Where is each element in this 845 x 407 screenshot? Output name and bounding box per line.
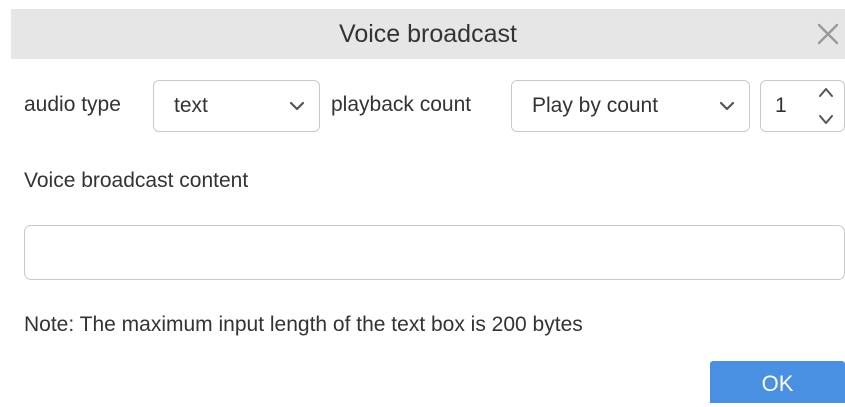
playback-count-select[interactable]: Play by count xyxy=(511,80,750,132)
close-button[interactable] xyxy=(813,19,843,49)
ok-button[interactable]: OK xyxy=(710,361,845,403)
playback-count-value: Play by count xyxy=(532,94,659,117)
broadcast-content-input[interactable] xyxy=(24,225,845,280)
stepper-up-icon[interactable] xyxy=(817,85,835,99)
dialog-titlebar: Voice broadcast xyxy=(11,9,845,59)
audio-type-select[interactable]: text xyxy=(153,80,320,132)
note-text: Note: The maximum input length of the te… xyxy=(24,313,583,336)
close-icon xyxy=(817,23,839,45)
chevron-down-icon xyxy=(289,100,305,112)
audio-type-value: text xyxy=(174,94,208,117)
voice-broadcast-dialog: Voice broadcast audio type text playback… xyxy=(0,0,845,403)
dialog-title: Voice broadcast xyxy=(339,20,517,48)
playback-count-label: playback count xyxy=(331,93,472,116)
audio-type-label: audio type xyxy=(24,93,121,116)
stepper-down-icon[interactable] xyxy=(817,113,835,127)
content-label: Voice broadcast content xyxy=(24,169,249,192)
count-value: 1 xyxy=(775,94,787,117)
chevron-down-icon xyxy=(719,100,735,112)
count-stepper[interactable]: 1 xyxy=(760,80,845,132)
